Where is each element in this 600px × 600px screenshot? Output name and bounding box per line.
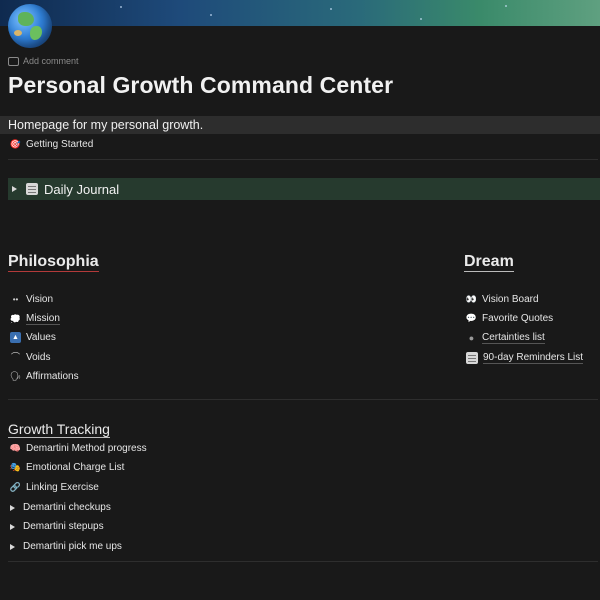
dream-heading[interactable]: Dream — [464, 253, 514, 272]
toggle-demartini-pick-me-ups[interactable]: Demartini pick me ups — [10, 541, 122, 552]
speaking-head-icon: 🗣 — [9, 371, 22, 381]
rock-icon: ● — [468, 332, 475, 343]
item-label: Vision Board — [482, 294, 539, 305]
item-label: Mission — [26, 313, 60, 325]
daily-journal-toggle[interactable]: Daily Journal — [8, 178, 600, 200]
theater-masks-icon: 🎭 — [9, 462, 22, 472]
toggle-triangle-icon[interactable] — [12, 186, 17, 192]
getting-started-label: Getting Started — [26, 139, 94, 150]
growth-item-demartini-progress[interactable]: 🧠 Demartini Method progress — [10, 443, 147, 454]
growth-item-emotional-charge[interactable]: 🎭 Emotional Charge List — [9, 462, 125, 473]
item-label: Certainties list — [482, 332, 545, 344]
toggle-demartini-stepups[interactable]: Demartini stepups — [10, 521, 104, 532]
page-title[interactable]: Personal Growth Command Center — [8, 72, 393, 99]
divider — [8, 159, 598, 160]
toggle-triangle-icon[interactable] — [10, 543, 15, 550]
item-label: Demartini Method progress — [26, 443, 147, 454]
growth-item-linking-exercise[interactable]: 🔗 Linking Exercise — [10, 482, 99, 493]
item-label: Voids — [26, 352, 51, 363]
arc-icon: ⌒ — [10, 352, 20, 362]
toggle-label: Demartini checkups — [23, 502, 111, 513]
eyes-icon: 👀 — [465, 294, 478, 304]
item-label: Linking Exercise — [26, 482, 99, 493]
globe-icon[interactable] — [8, 4, 52, 48]
growth-tracking-heading[interactable]: Growth Tracking — [8, 421, 110, 438]
philosophia-item-affirmations[interactable]: 🗣 Affirmations — [10, 371, 79, 382]
dream-item-vision-board[interactable]: 👀 Vision Board — [466, 294, 539, 305]
subtitle-block[interactable]: Homepage for my personal growth. — [0, 116, 600, 134]
toggle-label: Demartini pick me ups — [23, 541, 122, 552]
dart-icon: 🎯 — [9, 139, 22, 149]
philosophia-item-vision[interactable]: •• Vision — [10, 294, 53, 305]
dream-item-favorite-quotes[interactable]: 💬 Favorite Quotes — [466, 313, 553, 324]
speech-bubble-icon: 💬 — [465, 313, 478, 323]
item-label: Favorite Quotes — [482, 313, 554, 324]
add-comment-button[interactable]: Add comment — [8, 56, 79, 66]
item-label: Values — [26, 332, 56, 343]
philosophia-item-mission[interactable]: 💭 Mission — [10, 313, 60, 325]
add-comment-label: Add comment — [23, 56, 79, 66]
up-arrow-icon: ▲ — [10, 332, 21, 343]
thought-bubble-icon: 💭 — [9, 313, 22, 324]
link-icon: 🔗 — [9, 482, 22, 492]
toggle-triangle-icon[interactable] — [10, 523, 15, 530]
memo-icon — [26, 183, 38, 195]
divider — [8, 399, 598, 400]
item-label: Affirmations — [26, 371, 79, 382]
item-label: Vision — [26, 294, 54, 305]
brain-icon: 🧠 — [9, 443, 22, 453]
notepad-icon — [466, 352, 478, 364]
getting-started-link[interactable]: 🎯 Getting Started — [10, 139, 93, 150]
toggle-label: Demartini stepups — [23, 521, 104, 532]
divider — [8, 561, 598, 562]
glasses-icon: •• — [12, 294, 19, 304]
dream-item-certainties-list[interactable]: ● Certainties list — [466, 332, 545, 344]
philosophia-item-voids[interactable]: ⌒ Voids — [10, 352, 50, 363]
dream-item-90-day-reminders[interactable]: 90-day Reminders List — [466, 352, 584, 364]
toggle-triangle-icon[interactable] — [10, 504, 15, 511]
comment-icon — [8, 56, 19, 66]
item-label: Emotional Charge List — [26, 462, 125, 473]
item-label: 90-day Reminders List — [483, 352, 584, 364]
subtitle-text: Homepage for my personal growth. — [8, 118, 204, 132]
toggle-demartini-checkups[interactable]: Demartini checkups — [10, 502, 111, 513]
philosophia-item-values[interactable]: ▲ Values — [10, 332, 56, 343]
daily-journal-label: Daily Journal — [44, 181, 120, 197]
cover-image — [0, 0, 600, 26]
philosophia-heading[interactable]: Philosophia — [8, 253, 99, 272]
